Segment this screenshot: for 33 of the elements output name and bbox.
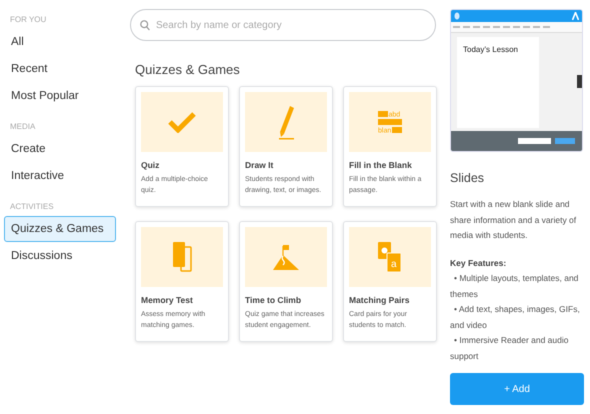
card-title: Fill in the Blank bbox=[349, 160, 413, 170]
search-icon bbox=[140, 20, 150, 31]
card-title: Matching Pairs bbox=[349, 295, 410, 305]
features-heading: Key Features: bbox=[450, 256, 508, 270]
pencil-icon bbox=[276, 104, 296, 140]
account-icon bbox=[572, 12, 579, 20]
card-title: Memory Test bbox=[141, 295, 194, 305]
sidebar-item[interactable]: All bbox=[4, 29, 116, 55]
sidebar-item[interactable]: Interactive bbox=[4, 163, 116, 189]
sidebar-item[interactable]: Quizzes & Games bbox=[4, 216, 116, 242]
slide-title: Today’s Lesson bbox=[463, 45, 519, 54]
sidebar-item[interactable]: Most Popular bbox=[4, 83, 116, 109]
cards-icon bbox=[171, 241, 193, 273]
section-title: Quizzes & Games bbox=[135, 62, 241, 77]
detail-title: Slides bbox=[450, 171, 486, 185]
section-heading: ACTIVITIES bbox=[10, 201, 55, 213]
section-heading: MEDIA bbox=[10, 121, 36, 133]
card-title: Draw It bbox=[245, 160, 274, 170]
side-panel-handle bbox=[577, 75, 582, 88]
card-title: Time to Climb bbox=[245, 295, 302, 305]
feature-item: • Multiple layouts, templates, and themes bbox=[450, 272, 580, 300]
checkmark-icon bbox=[168, 111, 196, 133]
feature-item: • Immersive Reader and audio support bbox=[450, 334, 570, 363]
mountain-flag-icon bbox=[271, 242, 301, 272]
sidebar-item[interactable]: Create bbox=[4, 136, 116, 162]
search-field[interactable]: Search by name or category bbox=[130, 9, 436, 41]
sidebar-item[interactable]: Recent bbox=[4, 56, 116, 82]
sidebar-item[interactable]: Discussions bbox=[4, 243, 116, 269]
card-title: Quiz bbox=[141, 160, 160, 170]
detail-description: Start with a new blank slide and share information and a variety of media with students. bbox=[450, 198, 578, 242]
feature-item: • Add text, shapes, images, GIFs, and video bbox=[450, 303, 581, 332]
section-heading: FOR YOU bbox=[10, 14, 48, 26]
logo-icon bbox=[454, 12, 460, 20]
